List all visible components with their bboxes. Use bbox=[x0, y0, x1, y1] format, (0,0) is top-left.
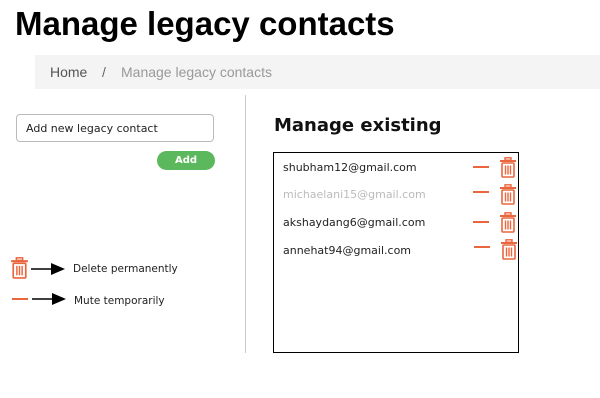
legend-minus-icon bbox=[12, 298, 28, 300]
legend-delete-label: Delete permanently bbox=[73, 263, 178, 275]
contact-row: shubham12@gmail.com bbox=[274, 155, 518, 179]
contact-row: akshaydang6@gmail.com bbox=[274, 210, 518, 234]
contact-row: michaelani15@gmail.com bbox=[274, 182, 518, 206]
contacts-list: shubham12@gmail.com michaelani15@gmail.c… bbox=[273, 152, 519, 353]
contact-row: annehat94@gmail.com bbox=[274, 238, 518, 262]
contact-email: akshaydang6@gmail.com bbox=[283, 216, 426, 229]
vertical-divider bbox=[245, 95, 246, 353]
breadcrumb-home-link[interactable]: Home bbox=[50, 55, 87, 89]
mute-icon[interactable] bbox=[473, 166, 489, 168]
page-title: Manage legacy contacts bbox=[15, 5, 395, 42]
trash-icon[interactable] bbox=[499, 184, 517, 205]
new-contact-input[interactable] bbox=[16, 114, 214, 142]
trash-icon[interactable] bbox=[500, 239, 518, 260]
arrow-right-icon bbox=[31, 263, 65, 275]
mute-icon[interactable] bbox=[473, 191, 489, 193]
breadcrumb: Home / Manage legacy contacts bbox=[35, 55, 600, 89]
trash-icon[interactable] bbox=[499, 212, 517, 233]
contact-email: michaelani15@gmail.com bbox=[283, 188, 426, 201]
section-heading: Manage existing bbox=[274, 115, 442, 136]
breadcrumb-current: Manage legacy contacts bbox=[121, 64, 272, 80]
breadcrumb-separator: / bbox=[102, 64, 106, 80]
contact-email: shubham12@gmail.com bbox=[283, 161, 417, 174]
legend-trash-icon bbox=[11, 257, 28, 279]
mute-icon[interactable] bbox=[474, 246, 490, 248]
arrow-right-icon bbox=[32, 293, 66, 305]
contact-email: annehat94@gmail.com bbox=[283, 244, 412, 257]
mute-icon[interactable] bbox=[473, 221, 489, 223]
trash-icon[interactable] bbox=[499, 157, 517, 178]
legend-mute-label: Mute temporarily bbox=[74, 295, 165, 307]
add-button[interactable]: Add bbox=[157, 151, 215, 170]
